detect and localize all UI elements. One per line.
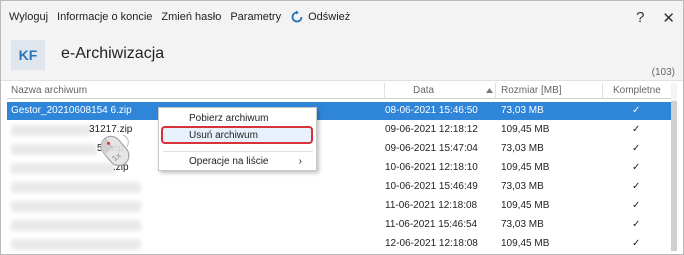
complete-check-icon: ✓ [632, 181, 641, 192]
submenu-arrow-icon: › [298, 156, 302, 167]
redacted-name [11, 144, 97, 155]
redacted-name [11, 201, 141, 212]
archive-size-cell: 109,45 MB [501, 124, 550, 135]
app-header: KF e-Archiwizacja (103) [1, 33, 683, 81]
archive-date-cell: 11-06-2021 12:18:08 [385, 200, 478, 211]
archive-size-cell: 109,45 MB [501, 238, 550, 249]
archive-size-cell: 109,45 MB [501, 200, 550, 211]
column-header-size[interactable]: Rozmiar [MB] [501, 85, 562, 96]
archive-date-cell: 09-06-2021 12:18:12 [385, 124, 478, 135]
archive-date-cell: 11-06-2021 15:46:54 [385, 219, 478, 230]
list-operations-label: Operacje na liście [189, 156, 269, 167]
refresh-icon [291, 10, 303, 23]
scrollbar-thumb[interactable] [671, 101, 677, 251]
table-row[interactable]: 10-06-2021 15:46:49 73,03 MB ✓ [7, 178, 671, 196]
help-button[interactable]: ? [636, 9, 644, 27]
column-header-complete[interactable]: Kompletne [613, 85, 661, 96]
archive-date-cell: 10-06-2021 12:18:10 [385, 162, 478, 173]
account-info-menu-item[interactable]: Informacje o koncie [57, 11, 152, 23]
archive-size-cell: 109,45 MB [501, 162, 550, 173]
redacted-name [11, 125, 91, 136]
redacted-name [11, 182, 141, 193]
archive-size-cell: 73,03 MB [501, 219, 544, 230]
archive-date-cell: 12-06-2021 12:18:08 [385, 238, 478, 249]
complete-check-icon: ✓ [632, 238, 641, 249]
table-row[interactable]: 11-06-2021 15:46:54 73,03 MB ✓ [7, 216, 671, 234]
archive-size-cell: 73,03 MB [501, 143, 544, 154]
refresh-button[interactable]: Odśwież [290, 10, 350, 24]
list-operations-menu-item[interactable]: Operacje na liście › [159, 153, 316, 171]
app-logo: KF [11, 40, 45, 70]
table-row[interactable]: Gestor_20210608154 6.zip 08-06-2021 15:4… [7, 102, 671, 120]
redacted-name [11, 220, 141, 231]
complete-check-icon: ✓ [632, 105, 641, 116]
archive-date-cell: 10-06-2021 15:46:49 [385, 181, 478, 192]
table-header: Nazwa archiwum Data Rozmiar [MB] Komplet… [7, 83, 671, 99]
menu-divider [163, 151, 313, 152]
page-title: e-Archiwizacja [61, 45, 165, 62]
column-header-date[interactable]: Data [413, 85, 434, 96]
archive-size-cell: 73,03 MB [501, 181, 544, 192]
parameters-menu-item[interactable]: Parametry [230, 11, 281, 23]
delete-archive-menu-item[interactable]: Usuń archiwum [161, 126, 313, 144]
context-menu: Pobierz archiwum Usuń archiwum Operacje … [158, 107, 317, 171]
logout-menu-item[interactable]: Wyloguj [9, 11, 48, 23]
table-row[interactable]: 11-06-2021 12:18:08 109,45 MB ✓ [7, 197, 671, 215]
app-window: Wyloguj Informacje o koncie Zmień hasło … [0, 0, 684, 255]
complete-check-icon: ✓ [632, 143, 641, 154]
sort-ascending-icon [486, 88, 493, 93]
archive-name-cell: Gestor_20210608154 6.zip [11, 105, 132, 116]
archive-count: (103) [651, 67, 675, 78]
mouse-left-click-icon: 1x [100, 134, 130, 167]
vertical-scrollbar[interactable] [671, 83, 677, 251]
refresh-label: Odśwież [308, 11, 351, 23]
archive-size-cell: 73,03 MB [501, 105, 544, 116]
complete-check-icon: ✓ [632, 219, 641, 230]
menu-bar: Wyloguj Informacje o koncie Zmień hasło … [1, 1, 683, 33]
archive-date-cell: 09-06-2021 15:47:04 [385, 143, 478, 154]
complete-check-icon: ✓ [632, 162, 641, 173]
complete-check-icon: ✓ [632, 124, 641, 135]
change-password-menu-item[interactable]: Zmień hasło [161, 11, 221, 23]
column-header-name[interactable]: Nazwa archiwum [11, 85, 87, 96]
complete-check-icon: ✓ [632, 200, 641, 211]
redacted-name [11, 239, 141, 250]
table-row[interactable]: 12-06-2021 12:18:08 109,45 MB ✓ [7, 235, 671, 253]
close-button[interactable]: ✕ [662, 9, 675, 27]
archive-date-cell: 08-06-2021 15:46:50 [385, 105, 478, 116]
